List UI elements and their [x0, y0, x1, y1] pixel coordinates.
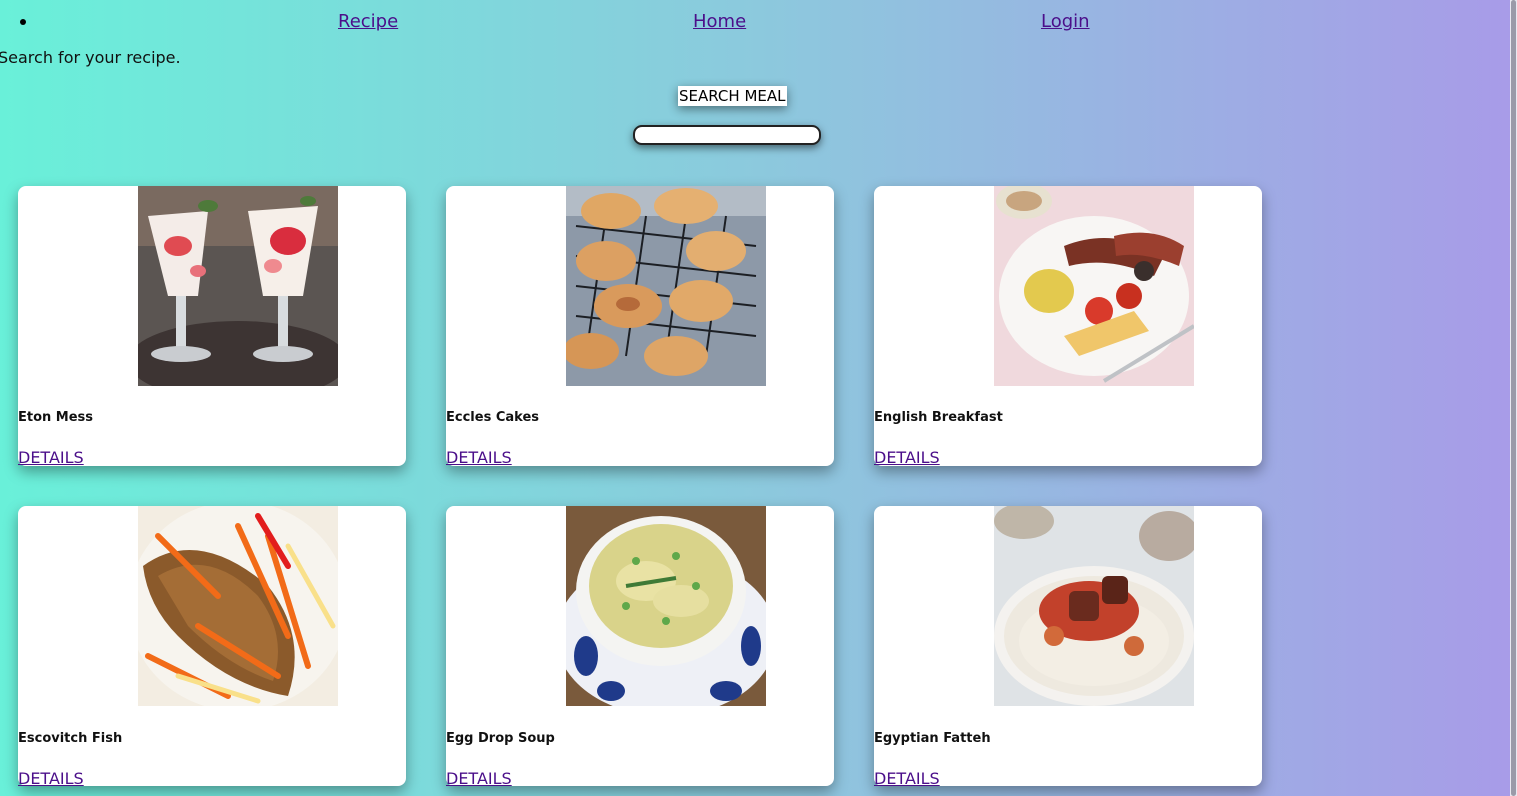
list-bullet-icon — [20, 19, 26, 25]
meal-image[interactable] — [138, 506, 338, 706]
meal-card: English Breakfast DETAILS — [874, 186, 1262, 467]
details-link[interactable]: DETAILS — [874, 448, 940, 467]
details-link[interactable]: DETAILS — [446, 769, 512, 788]
eton-mess-photo — [138, 186, 338, 386]
meal-name: Eton Mess — [18, 410, 94, 425]
nav-link-login[interactable]: Login — [1041, 11, 1090, 32]
meal-name: Escovitch Fish — [18, 731, 123, 746]
egg-drop-soup-photo — [566, 506, 766, 706]
meal-card: Eton Mess DETAILS — [18, 186, 406, 467]
meal-image[interactable] — [566, 506, 766, 706]
top-nav: Recipe Home Login — [0, 8, 1510, 38]
details-link[interactable]: DETAILS — [874, 769, 940, 788]
details-link[interactable]: DETAILS — [18, 769, 84, 788]
page-subtitle: Search for your recipe. — [0, 48, 181, 67]
meal-name: English Breakfast — [874, 410, 1003, 425]
meal-card: Egg Drop Soup DETAILS — [446, 506, 834, 788]
meal-image[interactable] — [138, 186, 338, 386]
details-link[interactable]: DETAILS — [446, 448, 512, 467]
meal-name: Egg Drop Soup — [446, 731, 555, 746]
meal-image[interactable] — [994, 506, 1194, 706]
scrollbar-thumb[interactable] — [1511, 0, 1516, 796]
meal-name: Eccles Cakes — [446, 410, 539, 425]
search-meal-button[interactable]: SEARCH MEAL — [678, 86, 787, 106]
vertical-scrollbar[interactable] — [1510, 0, 1517, 796]
meal-card: Eccles Cakes DETAILS — [446, 186, 834, 467]
details-link[interactable]: DETAILS — [18, 448, 84, 467]
eccles-cakes-photo — [566, 186, 766, 386]
english-breakfast-photo — [994, 186, 1194, 386]
meal-card: Egyptian Fatteh DETAILS — [874, 506, 1262, 788]
meal-card: Escovitch Fish DETAILS — [18, 506, 406, 788]
egyptian-fatteh-photo — [994, 506, 1194, 706]
meal-image[interactable] — [566, 186, 766, 386]
nav-link-recipe[interactable]: Recipe — [338, 11, 398, 32]
nav-link-home[interactable]: Home — [693, 11, 746, 32]
escovitch-fish-photo — [138, 506, 338, 706]
meal-name: Egyptian Fatteh — [874, 731, 991, 746]
search-input[interactable] — [633, 125, 821, 145]
meal-image[interactable] — [994, 186, 1194, 386]
